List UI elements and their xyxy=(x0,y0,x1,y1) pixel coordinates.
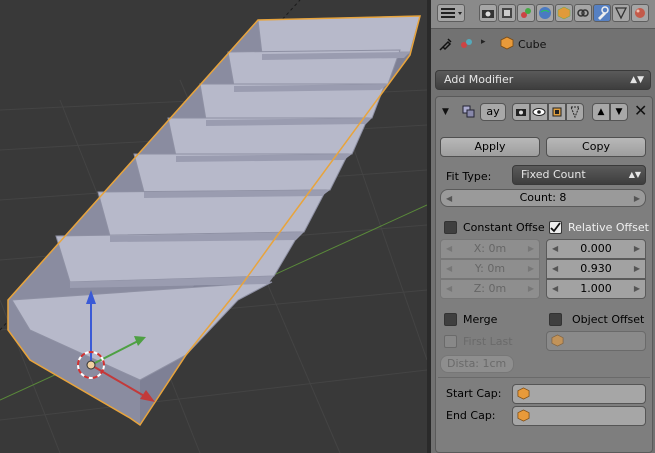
relative-y-field[interactable]: ◀ 0.930 ▶ xyxy=(546,259,646,279)
relative-y-increment-icon[interactable]: ▶ xyxy=(634,260,640,278)
render-layers-icon[interactable] xyxy=(498,4,516,22)
start-cap-field[interactable] xyxy=(512,384,646,404)
merge-distance-field[interactable]: Dista: 1cm xyxy=(440,355,514,373)
constant-y-increment-icon: ▶ xyxy=(527,264,534,273)
3d-viewport[interactable] xyxy=(0,0,427,453)
relative-x-decrement-icon[interactable]: ◀ xyxy=(552,240,558,258)
count-field[interactable]: ◀ Count: 8 ▶ xyxy=(440,189,646,207)
data-icon[interactable] xyxy=(612,4,630,22)
constant-y-field[interactable]: ◀ Y: 0m ▶ xyxy=(440,259,540,279)
constant-offset-label: Constant Offse xyxy=(463,221,545,234)
constant-x-value: X: 0m xyxy=(473,242,507,255)
constraints-icon[interactable] xyxy=(574,4,592,22)
object-icon[interactable] xyxy=(555,4,573,22)
relative-x-value: 0.000 xyxy=(580,242,612,255)
scene-icon[interactable] xyxy=(517,4,535,22)
staircase-mesh[interactable] xyxy=(7,15,421,427)
relative-y-decrement-icon[interactable]: ◀ xyxy=(552,260,558,278)
material-icon[interactable] xyxy=(631,4,649,22)
move-up-icon[interactable]: ▲ xyxy=(592,103,610,121)
fit-type-label: Fit Type: xyxy=(446,170,492,183)
add-modifier-label: Add Modifier xyxy=(444,73,514,86)
constant-z-field[interactable]: ◀ Z: 0m ▶ xyxy=(440,279,540,299)
array-modifier-icon xyxy=(462,105,476,122)
modifier-name-field[interactable]: ay xyxy=(480,103,506,121)
end-cap-cube-icon xyxy=(517,409,530,425)
merge-checkbox[interactable] xyxy=(444,313,457,326)
breadcrumb: ▸ Cube xyxy=(431,32,655,58)
cube-object-icon xyxy=(500,36,514,53)
move-down-icon[interactable]: ▼ xyxy=(610,103,628,121)
constant-z-increment-icon: ▶ xyxy=(527,284,534,293)
constant-z-value: Z: 0m xyxy=(473,282,507,295)
offset-object-field[interactable] xyxy=(546,331,646,351)
relative-z-increment-icon[interactable]: ▶ xyxy=(634,280,640,298)
constant-x-decrement-icon: ◀ xyxy=(446,244,453,253)
merge-distance-value: Dista: 1cm xyxy=(447,357,507,370)
relative-z-field[interactable]: ◀ 1.000 ▶ xyxy=(546,279,646,299)
constant-offset-checkbox[interactable] xyxy=(444,221,457,234)
add-modifier-dropdown[interactable]: Add Modifier ▲▼ xyxy=(435,70,651,90)
render-toggle-icon[interactable] xyxy=(512,103,530,121)
object-name: Cube xyxy=(518,38,547,51)
constant-y-value: Y: 0m xyxy=(474,262,506,275)
checkmark-icon xyxy=(550,222,561,233)
fit-type-dropdown[interactable]: Fixed Count ▲▼ xyxy=(512,165,646,185)
first-last-label: First Last xyxy=(463,335,513,348)
remove-modifier-close-icon[interactable]: ✕ xyxy=(634,101,647,120)
scene-breadcrumb-icon xyxy=(459,37,475,54)
viewport-visibility-icon[interactable] xyxy=(530,103,548,121)
merge-label: Merge xyxy=(463,313,498,326)
collapse-triangle-icon[interactable]: ▼ xyxy=(442,107,449,117)
object-offset-checkbox[interactable] xyxy=(549,313,562,326)
properties-header xyxy=(431,0,655,29)
start-cap-cube-icon xyxy=(517,387,530,403)
offset-object-cube-icon xyxy=(551,334,564,350)
object-offset-label: Object Offset xyxy=(572,313,645,326)
start-cap-label: Start Cap: xyxy=(446,387,502,400)
relative-z-decrement-icon[interactable]: ◀ xyxy=(552,280,558,298)
editor-type-menu-icon[interactable] xyxy=(437,4,465,22)
viewport-canvas[interactable] xyxy=(0,0,427,453)
properties-panel: ▸ Cube Add Modifier ▲▼ ▼ ay ▲ ▼ ✕ Apply xyxy=(431,0,655,453)
breadcrumb-chevron-icon: ▸ xyxy=(481,37,486,47)
first-last-checkbox[interactable] xyxy=(444,335,457,348)
pin-icon[interactable] xyxy=(439,37,453,54)
constant-y-decrement-icon: ◀ xyxy=(446,264,453,273)
relative-y-value: 0.930 xyxy=(580,262,612,275)
relative-offset-checkbox[interactable] xyxy=(549,221,562,234)
fit-type-value: Fixed Count xyxy=(521,168,586,181)
relative-offset-label: Relative Offset xyxy=(568,221,649,234)
array-modifier-panel: ▼ ay ▲ ▼ ✕ Apply Copy Fit Type: Fixed Co… xyxy=(435,96,653,453)
cage-toggle-icon[interactable] xyxy=(566,103,584,121)
modifiers-icon[interactable] xyxy=(593,4,611,22)
count-value: Count: 8 xyxy=(519,191,567,204)
end-cap-label: End Cap: xyxy=(446,409,496,422)
constant-x-increment-icon: ▶ xyxy=(527,244,534,253)
apply-button[interactable]: Apply xyxy=(440,137,540,157)
constant-z-decrement-icon: ◀ xyxy=(446,284,453,293)
fit-type-updown-icon: ▲▼ xyxy=(628,170,641,179)
count-increment-icon[interactable]: ▶ xyxy=(634,190,640,208)
relative-x-increment-icon[interactable]: ▶ xyxy=(634,240,640,258)
render-icon[interactable] xyxy=(479,4,497,22)
constant-x-field[interactable]: ◀ X: 0m ▶ xyxy=(440,239,540,259)
world-icon[interactable] xyxy=(536,4,554,22)
copy-button[interactable]: Copy xyxy=(546,137,646,157)
updown-icon: ▲▼ xyxy=(630,75,644,85)
editmode-toggle-icon[interactable] xyxy=(548,103,566,121)
end-cap-field[interactable] xyxy=(512,406,646,426)
relative-z-value: 1.000 xyxy=(580,282,612,295)
relative-x-field[interactable]: ◀ 0.000 ▶ xyxy=(546,239,646,259)
count-decrement-icon[interactable]: ◀ xyxy=(446,190,452,208)
